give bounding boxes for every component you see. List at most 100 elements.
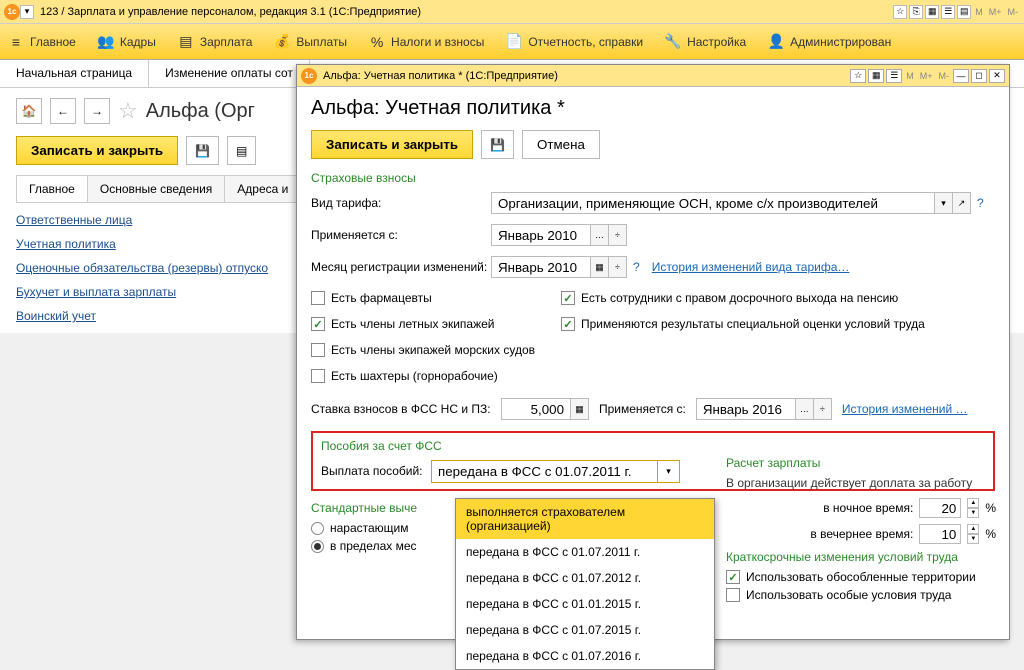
tb-icon-2[interactable]: ⎘ [909,5,923,19]
app-titlebar: 1c ▾ 123 / Зарплата и управление персона… [0,0,1024,24]
night-down-icon[interactable]: ▼ [967,508,979,518]
radio-accum[interactable] [311,522,324,535]
chk-pharma[interactable] [311,291,325,305]
dlg-save-close-button[interactable]: Записать и закрыть [311,130,473,159]
forward-button[interactable]: → [84,98,110,124]
dropdown-option[interactable]: передана в ФСС с 01.01.2015 г. [456,591,714,617]
page-title: Альфа (Орг [146,100,255,123]
fss-calc-icon[interactable]: ▦ [571,398,589,420]
dlg-icon-1[interactable]: ☆ [850,69,866,83]
minimize-icon[interactable]: — [953,69,969,83]
dropdown-option[interactable]: передана в ФСС с 01.07.2016 г. [456,643,714,669]
chk-miners[interactable] [311,369,325,383]
section-shortterm: Краткосрочные изменения условий труда [726,550,1006,564]
percent-icon: % [369,34,385,50]
tb-icon-3[interactable]: ▦ [925,5,939,19]
menu-taxes[interactable]: %Налоги и взносы [369,34,484,50]
applies-spinner-icon[interactable]: ÷ [609,224,627,246]
radio-accum-label: нарастающим [330,521,409,535]
evening-down-icon[interactable]: ▼ [967,534,979,544]
dropdown-option[interactable]: выполняется страхователем (организацией) [456,499,714,539]
tariff-help[interactable]: ? [977,196,984,210]
fss-history-link[interactable]: История изменений … [842,402,968,416]
benefits-dropdown[interactable]: ▾ [431,460,680,483]
menu-salary-label: Зарплата [200,35,253,49]
mem-mplus[interactable]: M+ [987,7,1004,17]
subtab-basic-info[interactable]: Основные сведения [87,175,225,202]
menu-personnel[interactable]: 👥Кадры [98,34,156,50]
close-icon[interactable]: ✕ [989,69,1005,83]
chk-sea-crew[interactable] [311,343,325,357]
menu-reports[interactable]: 📄Отчетность, справки [506,34,643,50]
section-insurance: Страховые взносы [311,171,995,185]
dropdown-option[interactable]: передана в ФСС с 01.07.2012 г. [456,565,714,591]
chk-special-assess[interactable] [561,317,575,331]
tariff-open-icon[interactable]: ↗ [953,192,971,214]
subtab-addresses[interactable]: Адреса и [224,175,301,202]
tariff-input[interactable] [491,192,935,214]
chk-conditions[interactable] [726,588,740,602]
cancel-button[interactable]: Отмена [522,130,600,159]
chevron-down-icon[interactable]: ▾ [657,461,679,482]
home-icon[interactable]: 🏠 [16,98,42,124]
fss-rate-input[interactable] [501,398,571,420]
fss-ellipsis-icon[interactable]: … [796,398,814,420]
reg-month-input[interactable] [491,256,591,278]
menu-admin-label: Администрирован [790,35,891,49]
menu-settings[interactable]: 🔧Настройка [665,34,746,50]
menu-icon: ≡ [8,34,24,50]
chk-miners-label: Есть шахтеры (горнорабочие) [331,369,498,383]
tab-change-payment[interactable]: Изменение оплаты сот [149,60,310,87]
menu-admin[interactable]: 👤Администрирован [768,34,891,50]
chk-sea-crew-label: Есть члены экипажей морских судов [331,343,535,357]
reg-help[interactable]: ? [633,260,640,274]
benefits-input[interactable] [432,461,657,482]
tb-icon-5[interactable]: ▤ [957,5,971,19]
applies-ellipsis-icon[interactable]: … [591,224,609,246]
chk-early-retire[interactable] [561,291,575,305]
star-icon[interactable]: ☆ [118,98,138,124]
evening-up-icon[interactable]: ▲ [967,524,979,534]
tb-icon-1[interactable]: ☆ [893,5,907,19]
dropdown-option[interactable]: передана в ФСС с 01.07.2011 г. [456,539,714,565]
radio-month[interactable] [311,540,324,553]
fss-spinner-icon[interactable]: ÷ [814,398,832,420]
tab-home[interactable]: Начальная страница [0,60,149,87]
tariff-dropdown-icon[interactable]: ▾ [935,192,953,214]
mem-m[interactable]: M [973,7,985,17]
evening-input[interactable] [919,524,961,544]
menu-salary[interactable]: ▤Зарплата [178,34,253,50]
applies-from-input[interactable] [491,224,591,246]
dlg-mem-m[interactable]: M [904,71,916,81]
save-close-button[interactable]: Записать и закрыть [16,136,178,165]
dlg-icon-3[interactable]: ☰ [886,69,902,83]
night-input[interactable] [919,498,961,518]
menu-main[interactable]: ≡Главное [8,34,76,50]
chk-flight-crew[interactable] [311,317,325,331]
dlg-icon-2[interactable]: ▦ [868,69,884,83]
app-icon: 1c [4,4,20,20]
dlg-mem-mm[interactable]: M- [937,71,952,81]
reg-calendar-icon[interactable]: ▦ [591,256,609,278]
save-icon-button[interactable]: 💾 [186,136,219,165]
chk-flight-crew-label: Есть члены летных экипажей [331,317,494,331]
list-icon-button[interactable]: ▤ [227,136,256,165]
dlg-mem-mp[interactable]: M+ [918,71,935,81]
mem-mminus[interactable]: M- [1006,7,1021,17]
dlg-app-icon: 1c [301,68,317,84]
dlg-save-icon[interactable]: 💾 [481,130,514,159]
chk-territories[interactable] [726,570,740,584]
reg-spinner-icon[interactable]: ÷ [609,256,627,278]
tb-icon-4[interactable]: ☰ [941,5,955,19]
chk-conditions-label: Использовать особые условия труда [746,588,951,602]
night-up-icon[interactable]: ▲ [967,498,979,508]
maximize-icon[interactable]: ◻ [971,69,987,83]
menu-payments[interactable]: 💰Выплаты [274,34,347,50]
back-button[interactable]: ← [50,98,76,124]
fss-applies-input[interactable] [696,398,796,420]
dropdown-icon[interactable]: ▾ [20,5,34,19]
subtab-main[interactable]: Главное [16,175,88,202]
dialog-title: Альфа: Учетная политика * (1С:Предприяти… [317,70,558,82]
dropdown-option[interactable]: передана в ФСС с 01.07.2015 г. [456,617,714,643]
history-tariff-link[interactable]: История изменений вида тарифа… [652,260,850,274]
